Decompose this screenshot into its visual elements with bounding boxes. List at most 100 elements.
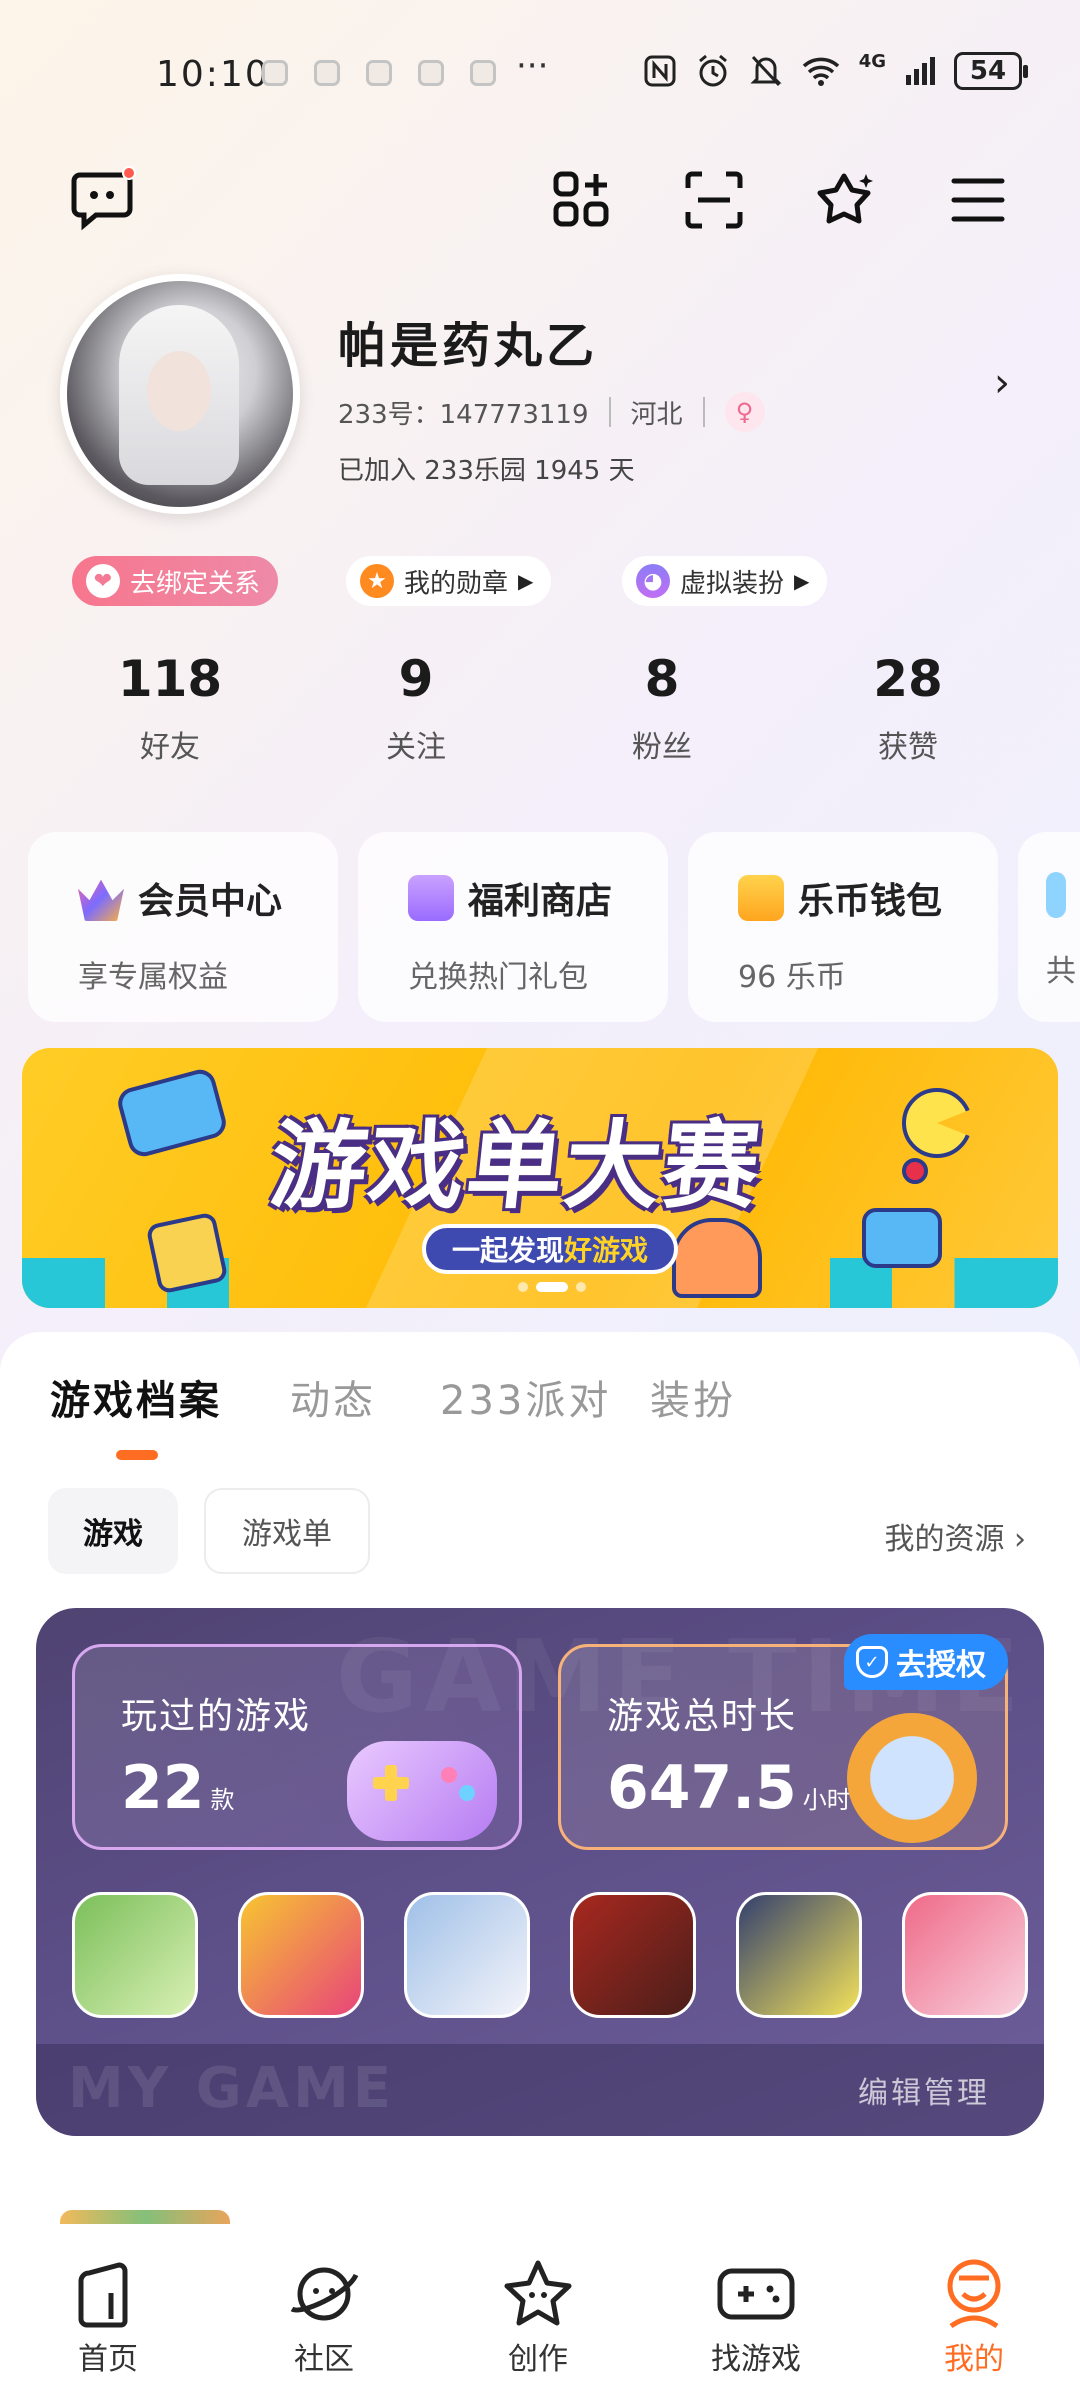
gamepad-nav-icon (717, 2268, 795, 2320)
gift-icon (408, 875, 454, 921)
filter-game-lists[interactable]: 游戏单 (204, 1488, 370, 1574)
scan-icon (685, 171, 743, 229)
vip-center-card[interactable]: 会员中心 享专属权益 (28, 832, 338, 1022)
chip-label: 我的勋章 (404, 568, 509, 599)
messages-button[interactable] (62, 160, 142, 240)
home-icon (78, 2262, 128, 2328)
red-hood-game-icon[interactable] (570, 1892, 696, 2018)
welfare-shop-card[interactable]: 福利商店 兑换热门礼包 (358, 832, 668, 1022)
bottom-nav: 首页 社区 创作 找游戏 我的 (0, 2224, 1080, 2400)
stat-following[interactable]: 9 关注 (326, 650, 506, 766)
yellow-eggy-game-icon[interactable] (736, 1892, 862, 2018)
game-stats-card: GAME TIME 玩过的游戏 22款 游戏总时长 647.5小时 ✓ 去授权 … (36, 1608, 1044, 2136)
question-cube-icon (145, 1211, 229, 1295)
nav-label: 首页 (78, 2342, 138, 2377)
stat-fans[interactable]: 8 粉丝 (572, 650, 752, 766)
green-block-game-icon[interactable] (72, 1892, 198, 2018)
duration-unit: 小时 (802, 1786, 851, 1814)
bind-relation-chip[interactable]: ❤ 去绑定关系 (72, 556, 279, 606)
tab-game-profile[interactable]: 游戏档案 (50, 1368, 222, 1426)
card-subtitle: 兑换热门礼包 (408, 960, 588, 995)
card-subtitle: 享专属权益 (78, 960, 228, 995)
played-games-box[interactable]: 玩过的游戏 22 款 (72, 1644, 522, 1850)
pager-dot (518, 1282, 528, 1292)
more-card[interactable]: 共 (1018, 832, 1080, 1022)
chip-label: 虚拟装扮 (680, 568, 785, 599)
avatar-dressup-chip[interactable]: ◕ 虚拟装扮 ▶ (622, 556, 828, 606)
mascot-icon (672, 1218, 762, 1298)
apps-grid-icon (553, 171, 609, 227)
menu-button[interactable] (938, 160, 1018, 240)
avatar-face (147, 351, 211, 431)
button-dot (459, 1785, 475, 1801)
me-face-icon (947, 2259, 1001, 2329)
network-type: 4G (858, 50, 886, 72)
wifi-icon (802, 57, 839, 86)
pacman-icon (902, 1088, 972, 1158)
divider (702, 397, 705, 427)
stat-value: 9 (398, 650, 434, 708)
edit-manage-button[interactable]: 编辑管理 (858, 2068, 990, 2112)
anime-silver-girl-game-icon[interactable] (404, 1892, 530, 2018)
nav-community[interactable]: 社区 (254, 2254, 394, 2378)
filter-games[interactable]: 游戏 (48, 1488, 178, 1574)
authorize-button[interactable]: ✓ 去授权 (844, 1634, 1008, 1690)
chip-label: 去绑定关系 (130, 568, 261, 599)
nav-me[interactable]: 我的 (904, 2254, 1044, 2378)
notification-icon (262, 60, 288, 86)
dress-up-button[interactable] (806, 160, 886, 240)
user-id: 233号：147773119 (338, 399, 589, 430)
gameboy-icon (114, 1066, 230, 1160)
nfc-icon (644, 55, 676, 87)
pager-dot (576, 1282, 586, 1292)
my-medals-chip[interactable]: ★ 我的勋章 ▶ (346, 556, 552, 606)
notification-icon (366, 60, 392, 86)
stopwatch-icon (847, 1713, 977, 1843)
stat-friends[interactable]: 118 好友 (80, 650, 260, 766)
sakura-school-game-icon[interactable] (902, 1892, 1028, 2018)
played-value: 22 (121, 1753, 205, 1823)
status-icons: 4G 54 (643, 50, 1028, 90)
my-resources-link[interactable]: 我的资源 › (884, 1514, 1026, 1558)
stat-label: 获赞 (878, 730, 938, 765)
coin-wallet-card[interactable]: 乐币钱包 96 乐币 (688, 832, 998, 1022)
banner-pager (518, 1282, 586, 1292)
nav-home[interactable]: 首页 (38, 2254, 178, 2378)
stat-likes[interactable]: 28 获赞 (818, 650, 998, 766)
promo-banner[interactable]: 游戏单大赛 一起发现 好游戏 (22, 1048, 1058, 1308)
card-subtitle: 共 (1046, 954, 1076, 989)
user-meta: 233号：147773119 河北 ♀ (338, 392, 765, 432)
status-more: ··· (516, 46, 549, 86)
among-us-girl-game-icon[interactable] (238, 1892, 364, 2018)
alarm-icon (698, 54, 727, 87)
battery-icon: 54 (954, 52, 1028, 90)
dpad-v (385, 1765, 397, 1801)
footer-watermark: MY GAME (68, 2056, 396, 2121)
joystick-ball-icon (902, 1158, 928, 1184)
stat-label: 关注 (386, 730, 446, 765)
profile-chevron-right-icon[interactable]: › (994, 360, 1010, 406)
nav-create[interactable]: 创作 (468, 2254, 608, 2378)
apps-button[interactable] (542, 160, 622, 240)
stat-value: 8 (644, 650, 680, 708)
play-arrow-icon: ▶ (794, 569, 810, 593)
shield-check-icon: ✓ (856, 1646, 888, 1678)
tab-233-party[interactable]: 233派对 (440, 1368, 611, 1426)
star-face-icon (504, 2260, 572, 2326)
card-title: 乐币钱包 (798, 881, 943, 922)
tab-activity[interactable]: 动态 (290, 1368, 376, 1426)
played-unit: 款 (210, 1786, 235, 1814)
active-tab-indicator (116, 1450, 158, 1460)
nav-label: 创作 (508, 2342, 568, 2377)
scan-button[interactable] (674, 160, 754, 240)
card-title: 福利商店 (468, 881, 613, 922)
mute-icon (750, 55, 782, 87)
chevron-right-icon: › (1014, 1522, 1026, 1557)
medal-icon: ★ (360, 564, 394, 598)
notification-icon (418, 60, 444, 86)
notification-icon (470, 60, 496, 86)
tab-dressup[interactable]: 装扮 (650, 1368, 736, 1426)
avatar[interactable] (60, 274, 300, 514)
nav-find-games[interactable]: 找游戏 (686, 2254, 826, 2378)
planet-icon (290, 2267, 359, 2321)
